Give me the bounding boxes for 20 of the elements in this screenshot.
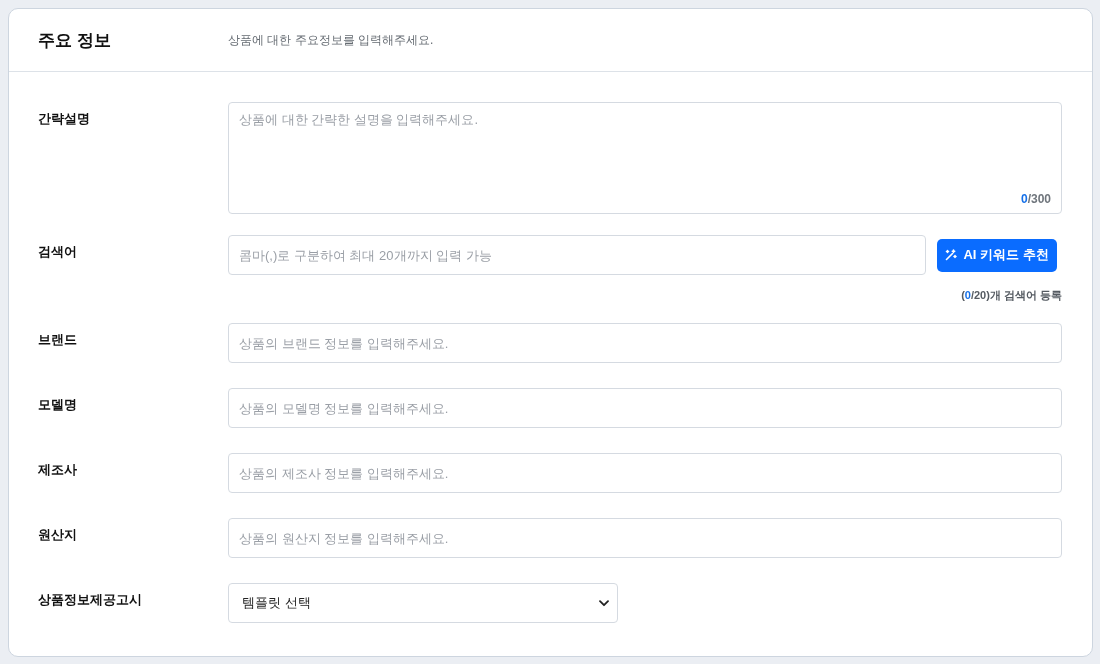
- section-description: 상품에 대한 주요정보를 입력해주세요.: [228, 31, 435, 49]
- text-input[interactable]: 상품의 제조사 정보를 입력해주세요.: [228, 453, 1062, 493]
- text-input[interactable]: 상품의 원산지 정보를 입력해주세요.: [228, 518, 1062, 558]
- text-input[interactable]: 상품의 브랜드 정보를 입력해주세요.: [228, 323, 1062, 363]
- ai-keyword-button[interactable]: AI 키워드 추천: [937, 238, 1057, 272]
- text-input[interactable]: 상품의 모델명 정보를 입력해주세요.: [228, 388, 1062, 428]
- keyword-counter: (0/20)개 검색어 등록: [961, 288, 1062, 302]
- section-title: 주요 정보: [38, 29, 112, 52]
- field-label: 제조사: [38, 462, 77, 478]
- field-label: 모델명: [38, 397, 77, 413]
- field-label: 간략설명: [38, 111, 90, 127]
- field-label: 원산지: [38, 527, 77, 543]
- field-label: 검색어: [38, 244, 77, 260]
- template-select[interactable]: 템플릿 선택: [228, 583, 618, 623]
- magic-wand-icon: [945, 249, 958, 261]
- character-counter: 0/300: [1020, 192, 1051, 206]
- field-label: 상품정보제공고시: [38, 592, 142, 608]
- chevron-down-icon: [599, 599, 609, 607]
- keyword-input[interactable]: 콤마(,)로 구분하여 최대 20개까지 입력 가능: [228, 235, 926, 275]
- field-label: 브랜드: [38, 332, 77, 348]
